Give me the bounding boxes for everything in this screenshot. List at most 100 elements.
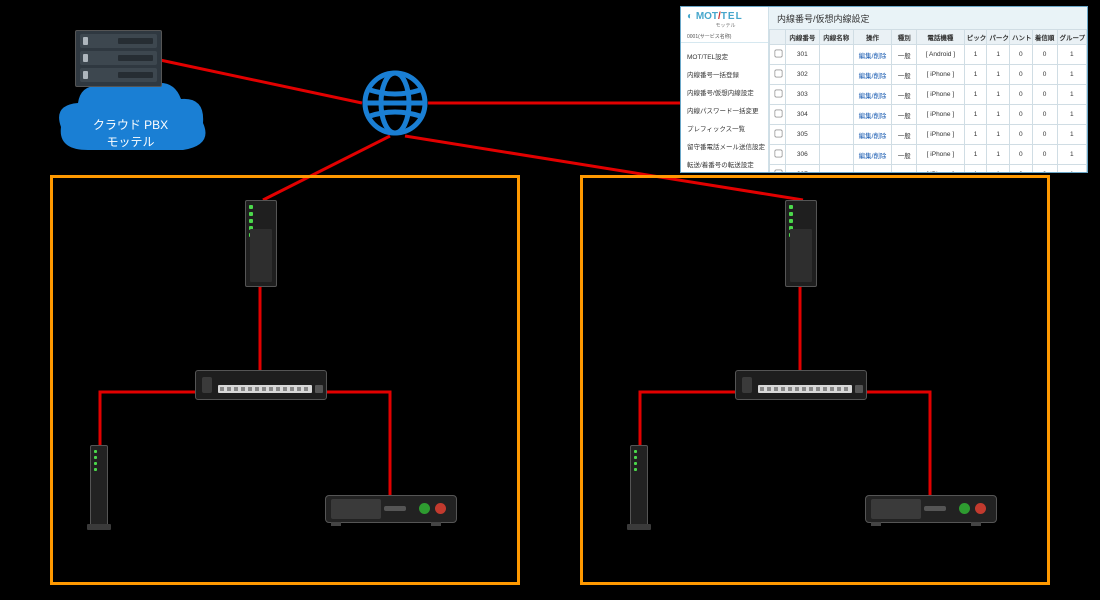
brand-tel: TEL	[721, 11, 743, 22]
access-point-icon	[90, 445, 108, 527]
hunt: 0	[1009, 65, 1032, 85]
switch-icon	[195, 370, 327, 400]
ext-type: 一般	[892, 45, 917, 65]
ext-number: 306	[785, 145, 819, 165]
ext-number: 305	[785, 125, 819, 145]
pick: 1	[964, 65, 987, 85]
ext-name	[819, 45, 853, 65]
table-row: 306編集/削除一般[ iPhone ]11001	[770, 145, 1087, 165]
pick: 1	[964, 145, 987, 165]
edit-link[interactable]: 編集/削除	[853, 165, 891, 174]
ext-number: 302	[785, 65, 819, 85]
cloud-pbx: クラウド PBX モッテル	[53, 75, 208, 170]
ext-type: 一般	[892, 65, 917, 85]
park: 1	[987, 105, 1010, 125]
park: 1	[987, 125, 1010, 145]
appliance-icon	[325, 495, 457, 523]
order: 0	[1032, 165, 1057, 174]
menu-item[interactable]: プレフィックス一覧	[681, 119, 768, 137]
row-checkbox[interactable]	[770, 165, 786, 174]
group: 1	[1057, 165, 1086, 174]
hunt: 0	[1009, 85, 1032, 105]
router-icon	[785, 200, 817, 287]
ext-type: 一般	[892, 145, 917, 165]
ext-type: 一般	[892, 105, 917, 125]
cloud-label-1: クラウド PBX	[93, 118, 168, 132]
edit-link[interactable]: 編集/削除	[853, 85, 891, 105]
row-checkbox[interactable]	[770, 65, 786, 85]
edit-link[interactable]: 編集/削除	[853, 145, 891, 165]
pick: 1	[964, 125, 987, 145]
appliance-icon	[865, 495, 997, 523]
ext-name	[819, 85, 853, 105]
edit-link[interactable]: 編集/削除	[853, 105, 891, 125]
menu-item[interactable]: MOT/TEL設定	[681, 47, 768, 65]
col-header: ピック	[964, 30, 987, 45]
order: 0	[1032, 65, 1057, 85]
pick: 1	[964, 105, 987, 125]
admin-sidebar: ◐ MOT/TEL モッテル 0001(サービス名称) MOT/TEL設定内線番…	[681, 7, 769, 172]
row-checkbox[interactable]	[770, 105, 786, 125]
table-row: 302編集/削除一般[ iPhone ]11001	[770, 65, 1087, 85]
table-row: 307編集/削除一般[ iPhone ]11001	[770, 165, 1087, 174]
device-type: [ iPhone ]	[917, 125, 965, 145]
col-header: パーク	[987, 30, 1010, 45]
order: 0	[1032, 105, 1057, 125]
ext-type: 一般	[892, 165, 917, 174]
row-checkbox[interactable]	[770, 45, 786, 65]
ext-number: 303	[785, 85, 819, 105]
row-checkbox[interactable]	[770, 125, 786, 145]
order: 0	[1032, 85, 1057, 105]
admin-panel: ◐ MOT/TEL モッテル 0001(サービス名称) MOT/TEL設定内線番…	[680, 6, 1088, 173]
edit-link[interactable]: 編集/削除	[853, 45, 891, 65]
menu-item[interactable]: 内線番号一括登録	[681, 65, 768, 83]
device-type: [ Android ]	[917, 45, 965, 65]
page-title: 内線番号/仮想内線設定	[769, 7, 1087, 29]
device-type: [ iPhone ]	[917, 165, 965, 174]
hunt: 0	[1009, 145, 1032, 165]
hunt: 0	[1009, 165, 1032, 174]
menu-item[interactable]: 留守番電話メール送信設定	[681, 137, 768, 155]
brand-logo: ◐ MOT/TEL モッテル 0001(サービス名称)	[681, 7, 768, 43]
cloud-label-2: モッテル	[106, 135, 154, 149]
edit-link[interactable]: 編集/削除	[853, 65, 891, 85]
row-checkbox[interactable]	[770, 145, 786, 165]
ext-number: 301	[785, 45, 819, 65]
ext-type: 一般	[892, 125, 917, 145]
device-type: [ iPhone ]	[917, 105, 965, 125]
hunt: 0	[1009, 105, 1032, 125]
menu-item[interactable]: 転送/着番号の転送設定	[681, 155, 768, 173]
park: 1	[987, 145, 1010, 165]
ext-name	[819, 105, 853, 125]
col-header	[770, 30, 786, 45]
device-type: [ iPhone ]	[917, 65, 965, 85]
group: 1	[1057, 65, 1086, 85]
row-checkbox[interactable]	[770, 85, 786, 105]
col-header: 内線番号	[785, 30, 819, 45]
col-header: 種別	[892, 30, 917, 45]
order: 0	[1032, 145, 1057, 165]
table-row: 304編集/削除一般[ iPhone ]11001	[770, 105, 1087, 125]
ext-number: 304	[785, 105, 819, 125]
group: 1	[1057, 145, 1086, 165]
extension-table: 内線番号内線名称操作種別電話機種ピックパークハント着信順グループ 301編集/削…	[769, 29, 1087, 173]
group: 1	[1057, 105, 1086, 125]
order: 0	[1032, 45, 1057, 65]
col-header: 着信順	[1032, 30, 1057, 45]
menu-item[interactable]: 内線番号/仮想内線設定	[681, 83, 768, 101]
park: 1	[987, 165, 1010, 174]
menu-item[interactable]: 内線パスワード一括変更	[681, 101, 768, 119]
brand-sub: モッテル	[687, 22, 764, 29]
table-row: 305編集/削除一般[ iPhone ]11001	[770, 125, 1087, 145]
ext-name	[819, 145, 853, 165]
device-type: [ iPhone ]	[917, 145, 965, 165]
table-row: 303編集/削除一般[ iPhone ]11001	[770, 85, 1087, 105]
edit-link[interactable]: 編集/削除	[853, 125, 891, 145]
router-icon	[245, 200, 277, 287]
switch-icon	[735, 370, 867, 400]
pick: 1	[964, 45, 987, 65]
ext-name	[819, 165, 853, 174]
brand-dot: ◐	[687, 11, 693, 22]
group: 1	[1057, 45, 1086, 65]
table-row: 301編集/削除一般[ Android ]11001	[770, 45, 1087, 65]
